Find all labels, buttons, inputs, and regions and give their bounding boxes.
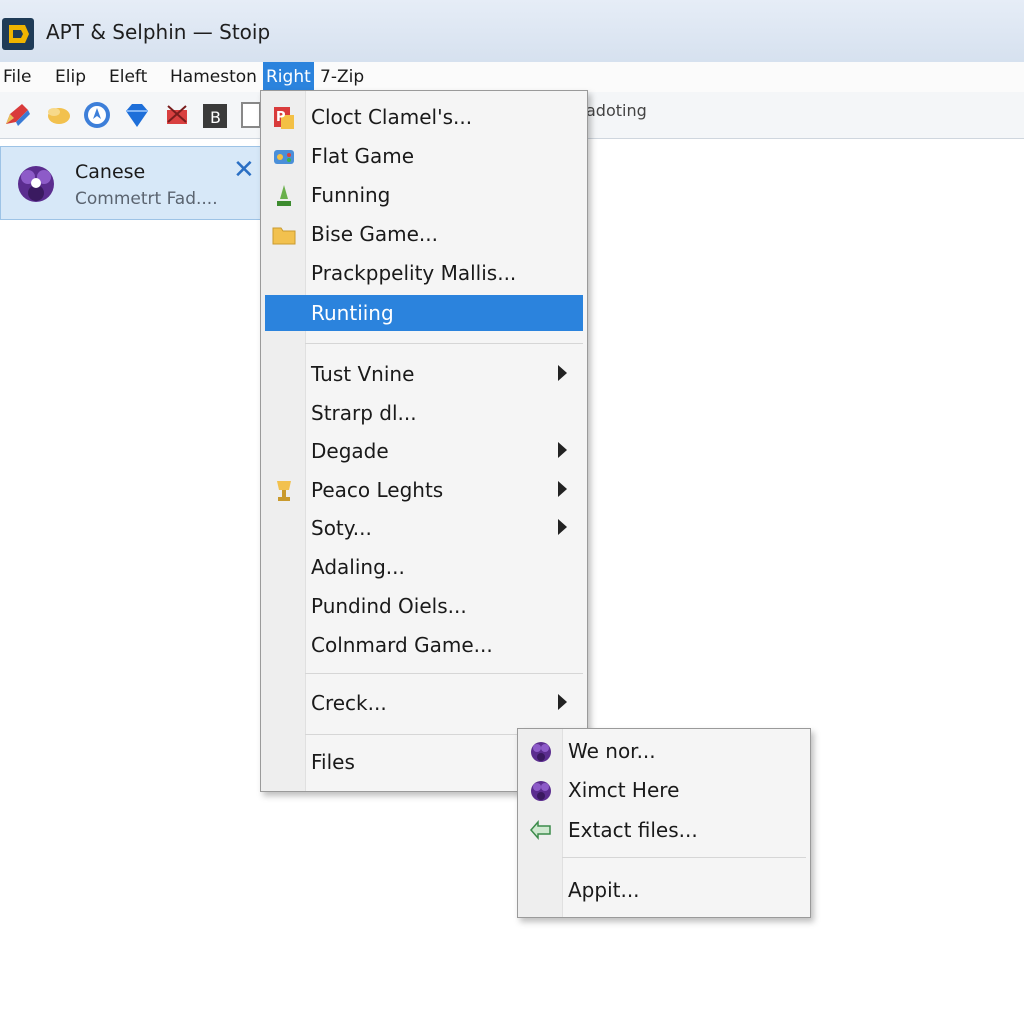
menu-separator — [305, 673, 583, 674]
submenu-arrow-icon — [558, 481, 567, 497]
purple-archive-icon — [531, 742, 551, 762]
compass-icon[interactable] — [82, 100, 112, 130]
p-document-icon: P — [274, 107, 294, 129]
submenu-arrow-icon — [558, 519, 567, 535]
svg-text:P: P — [276, 110, 286, 125]
title-bar: APT & Selphin — Stoip — [0, 0, 1024, 63]
toolbar-status-label: adoting — [586, 101, 647, 120]
menu-elip[interactable]: Elip — [52, 62, 89, 92]
menu-right[interactable]: Right — [263, 62, 314, 92]
purple-archive-icon — [18, 166, 54, 202]
purple-archive-icon — [531, 781, 551, 801]
menu-bar: File Elip Eleft Hameston Right 7-Zip — [0, 62, 1024, 93]
menu-item-peaco-leghts[interactable]: Peaco Leghts — [265, 472, 583, 508]
svg-text:B: B — [210, 108, 221, 127]
menu-item-label: Prackppelity Mallis... — [311, 261, 517, 285]
menu-item-label: Files — [311, 750, 355, 774]
green-arrow-icon — [277, 185, 291, 206]
window-title: APT & Selphin — Stoip — [46, 20, 271, 44]
menu-hameston[interactable]: Hameston — [167, 62, 260, 92]
card-title: Canese — [75, 161, 146, 183]
menu-file[interactable]: File — [0, 62, 34, 92]
menu-separator — [562, 857, 806, 858]
menu-7zip[interactable]: 7-Zip — [317, 62, 367, 92]
menu-item-creck[interactable]: Creck... — [265, 685, 583, 721]
menu-item-label: Strarp dl... — [311, 401, 417, 425]
menu-item-label: Tust Vnine — [311, 362, 415, 386]
menu-item-flat-game[interactable]: Flat Game — [265, 138, 583, 174]
app-logo-icon[interactable] — [2, 18, 34, 50]
submenu-arrow-icon — [558, 694, 567, 710]
submenu-item-label: Appit... — [568, 878, 640, 902]
close-icon[interactable]: ✕ — [233, 157, 255, 183]
menu-item-label: Funning — [311, 183, 391, 207]
menu-item-colnmard-game[interactable]: Colnmard Game... — [265, 627, 583, 663]
hand-tool-icon[interactable] — [44, 100, 74, 130]
menu-eleft[interactable]: Eleft — [106, 62, 150, 92]
b-box-icon[interactable]: B — [200, 100, 230, 130]
menu-item-pundind-oiels[interactable]: Pundind Oiels... — [265, 588, 583, 624]
menu-item-bise-game[interactable]: Bise Game... — [265, 216, 583, 252]
submenu-item-label: Extact files... — [568, 818, 698, 842]
pencil-tool-icon[interactable] — [2, 100, 32, 130]
menu-item-label: Pundind Oiels... — [311, 594, 467, 618]
trophy-icon — [277, 481, 291, 501]
submenu-item-extact-files[interactable]: Extact files... — [522, 812, 806, 848]
diamond-icon[interactable] — [122, 100, 152, 130]
menu-item-degade[interactable]: Degade — [265, 433, 583, 469]
menu-item-tust-vnine[interactable]: Tust Vnine — [265, 356, 583, 392]
menu-item-strarp-dl[interactable]: Strarp dl... — [265, 395, 583, 431]
menu-item-soty[interactable]: Soty... — [265, 510, 583, 546]
folder-icon — [272, 227, 296, 245]
submenu-item-label: Ximct Here — [568, 778, 680, 802]
menu-item-prackppelity-mallis[interactable]: Prackppelity Mallis... — [265, 255, 583, 291]
submenu-item-we-nor[interactable]: We nor... — [522, 733, 806, 769]
submenu-arrow-icon — [558, 365, 567, 381]
card-subtitle: Commetrt Fad.... — [75, 189, 218, 209]
menu-item-label: Bise Game... — [311, 222, 438, 246]
extract-arrow-icon — [530, 820, 551, 840]
submenu: We nor... Ximct Here Extact files... App… — [517, 728, 811, 918]
submenu-arrow-icon — [558, 442, 567, 458]
submenu-item-ximct-here[interactable]: Ximct Here — [522, 772, 806, 808]
selected-item-card[interactable]: Canese Commetrt Fad.... ✕ — [0, 146, 262, 220]
submenu-item-label: We nor... — [568, 739, 656, 763]
context-menu: P Cloct Clamel's... Flat Game Funning Bi… — [260, 90, 588, 792]
menu-item-label: Creck... — [311, 691, 387, 715]
menu-item-label: Colnmard Game... — [311, 633, 493, 657]
menu-item-label: Runtiing — [311, 301, 394, 325]
game-icon — [274, 150, 294, 164]
menu-item-runtiing[interactable]: Runtiing — [265, 295, 583, 331]
menu-item-adaling[interactable]: Adaling... — [265, 549, 583, 585]
menu-separator — [305, 343, 583, 344]
menu-item-label: Degade — [311, 439, 389, 463]
submenu-item-appit[interactable]: Appit... — [522, 872, 806, 908]
menu-item-funning[interactable]: Funning — [265, 177, 583, 213]
menu-item-cloct-clamels[interactable]: P Cloct Clamel's... — [265, 99, 583, 135]
menu-item-label: Cloct Clamel's... — [311, 105, 473, 129]
menu-item-label: Adaling... — [311, 555, 405, 579]
menu-item-label: Flat Game — [311, 144, 415, 168]
delete-tool-icon[interactable] — [162, 100, 192, 130]
menu-item-label: Soty... — [311, 516, 372, 540]
menu-item-label: Peaco Leghts — [311, 478, 444, 502]
